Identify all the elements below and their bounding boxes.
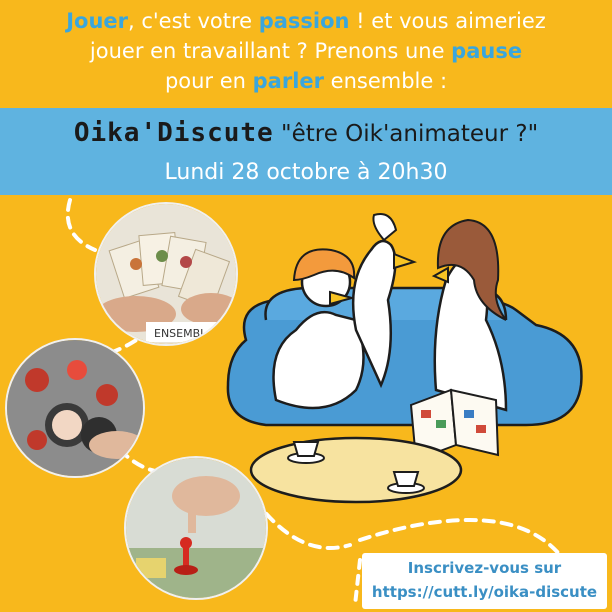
intro-line-1: Jouer, c'est votre passion ! et vous aim… <box>0 6 612 36</box>
highlight-word: Jouer <box>66 9 128 33</box>
highlight-word: parler <box>252 69 324 93</box>
geese-illustration <box>226 213 583 504</box>
signup-box: Inscrivez-vous sur https://cutt.ly/oika-… <box>362 553 607 609</box>
event-banner: Oika'Discute "être Oik'animateur ?" Lund… <box>0 108 612 195</box>
brand-name: Oika'Discute <box>73 118 274 148</box>
signup-link[interactable]: https://cutt.ly/oika-discute <box>362 583 607 601</box>
intro-text-segment: , c'est votre <box>128 9 259 33</box>
intro-text-segment: pour en <box>164 69 253 93</box>
event-title: Oika'Discute "être Oik'animateur ?" <box>0 118 612 148</box>
intro-text-segment: ensemble : <box>324 69 448 93</box>
photo-tokens <box>5 338 145 478</box>
signup-label: Inscrivez-vous sur <box>407 559 562 577</box>
highlight-word: pause <box>451 39 523 63</box>
intro-line-2: jouer en travaillant ? Prenons une pause <box>0 36 612 66</box>
highlight-word: passion <box>258 9 350 33</box>
intro-text-segment: ! et vous aimeriez <box>349 9 546 33</box>
intro-text-segment: jouer en travaillant ? Prenons une <box>89 39 452 63</box>
event-subject: "être Oik'animateur ?" <box>273 121 539 147</box>
intro-line-3: pour en parler ensemble : <box>0 66 612 96</box>
event-date: Lundi 28 octobre à 20h30 <box>164 160 448 185</box>
poster: Jouer, c'est votre passion ! et vous aim… <box>0 0 612 612</box>
intro-text: Jouer, c'est votre passion ! et vous aim… <box>0 6 612 96</box>
